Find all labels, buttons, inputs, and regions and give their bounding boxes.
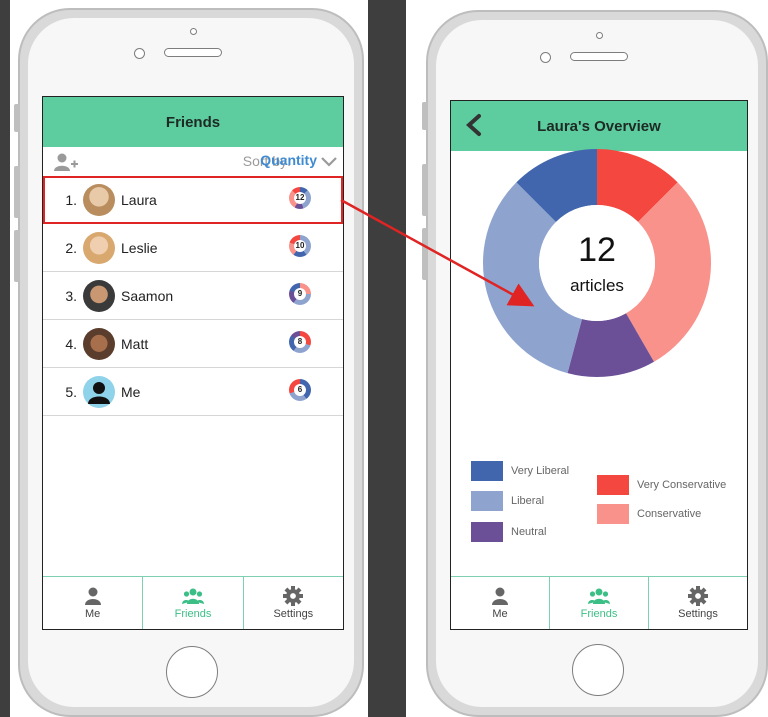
article-unit: articles [570,275,624,295]
article-count-badge: 9 [289,283,311,305]
legend-label: Very Conservative [637,479,727,491]
friends-screen: Friends Sort by: Quantity 1. Laura 12 2. Les… [42,96,344,630]
article-count-badge: 12 [289,187,311,209]
tab-friends[interactable]: Friends [550,577,649,629]
tab-bar: Me Friends Settings [43,576,343,629]
friend-rank: 3. [65,287,77,304]
friend-row[interactable]: 2. Leslie 10 [43,224,343,272]
legend-swatch [597,504,629,524]
donut-center: 12 articles [479,145,715,381]
front-camera [134,48,145,59]
legend-label: Very Liberal [511,465,570,477]
friends-icon [181,586,204,608]
friend-list: 1. Laura 12 2. Leslie 10 3. Saamon 9 4. Matt 8 5. Me 6 [43,176,343,416]
donut-chart: 12 articles [479,145,715,381]
phone-frame-friends: Friends Sort by: Quantity 1. Laura 12 2. Les… [14,8,364,717]
gear-icon [687,586,709,608]
overview-header: Laura's Overview [451,101,747,151]
badge-count: 6 [294,384,306,396]
friend-rank: 4. [65,335,77,352]
sort-row: Sort by: Quantity [43,149,343,175]
legend-item: Conservative [597,504,701,524]
page-title: Friends [165,113,221,131]
friend-row[interactable]: 1. Laura 12 [43,176,343,224]
friend-rank: 5. [65,383,77,400]
friend-rank: 1. [65,191,77,208]
legend-label: Neutral [511,526,547,538]
avatar [83,327,115,360]
mute-switch [14,104,20,132]
gear-icon [282,586,304,608]
legend-label: Liberal [511,495,545,507]
friend-row[interactable]: 4. Matt 8 [43,320,343,368]
tab-settings[interactable]: Settings [649,577,747,629]
overview-screen: Laura's Overview 12 articles Very Libera… [450,100,748,630]
background-divider [368,0,406,717]
article-count-badge: 10 [289,235,311,257]
page-title: Laura's Overview [537,117,661,135]
volume-down-button [14,230,20,282]
avatar [83,279,115,312]
proximity-sensor [190,28,197,35]
sort-dropdown[interactable]: Quantity [260,152,317,168]
friend-row[interactable]: 5. Me 6 [43,368,343,416]
badge-count: 9 [294,288,306,300]
earpiece [164,48,222,57]
back-arrow-icon[interactable] [463,113,487,137]
badge-count: 12 [294,192,306,204]
mute-switch [422,102,428,130]
tab-label: Me [492,608,508,620]
avatar [83,231,115,264]
tab-label: Settings [273,608,314,620]
article-count-badge: 6 [289,379,311,401]
volume-up-button [14,166,20,218]
background-edge [0,0,10,717]
tab-label: Me [85,608,101,620]
volume-up-button [422,164,428,216]
tab-friends[interactable]: Friends [143,577,244,629]
tab-me[interactable]: Me [451,577,550,629]
earpiece [570,52,628,61]
friend-rank: 2. [65,239,77,256]
legend-item: Very Liberal [471,461,569,481]
legend-label: Conservative [637,508,702,520]
legend-swatch [471,461,503,481]
article-count: 12 [578,230,616,269]
tab-label: Friends [174,608,212,620]
tab-me[interactable]: Me [43,577,144,629]
legend-swatch [471,522,503,542]
legend-item: Very Conservative [597,475,726,495]
avatar [83,183,115,216]
friends-header: Friends [43,97,343,147]
article-count-badge: 8 [289,331,311,353]
home-button[interactable] [572,644,624,696]
person-icon [82,586,104,608]
legend-item: Neutral [471,522,546,542]
legend-swatch [471,491,503,511]
friends-icon [588,586,610,608]
front-camera [540,52,551,63]
chevron-down-icon[interactable] [321,157,337,167]
add-friend-icon[interactable] [53,152,79,172]
legend-item: Liberal [471,491,544,511]
proximity-sensor [596,32,603,39]
home-button[interactable] [166,646,218,698]
avatar [83,375,115,408]
badge-count: 10 [294,240,306,252]
person-icon [489,586,511,608]
friend-row[interactable]: 3. Saamon 9 [43,272,343,320]
tab-settings[interactable]: Settings [244,577,343,629]
phone-frame-overview: Laura's Overview 12 articles Very Libera… [422,10,768,717]
default-avatar-icon [88,381,110,404]
tab-label: Friends [580,608,618,620]
legend-swatch [597,475,629,495]
badge-count: 8 [294,336,306,348]
tab-bar: Me Friends Settings [451,576,747,629]
volume-down-button [422,228,428,280]
tab-label: Settings [678,608,718,620]
